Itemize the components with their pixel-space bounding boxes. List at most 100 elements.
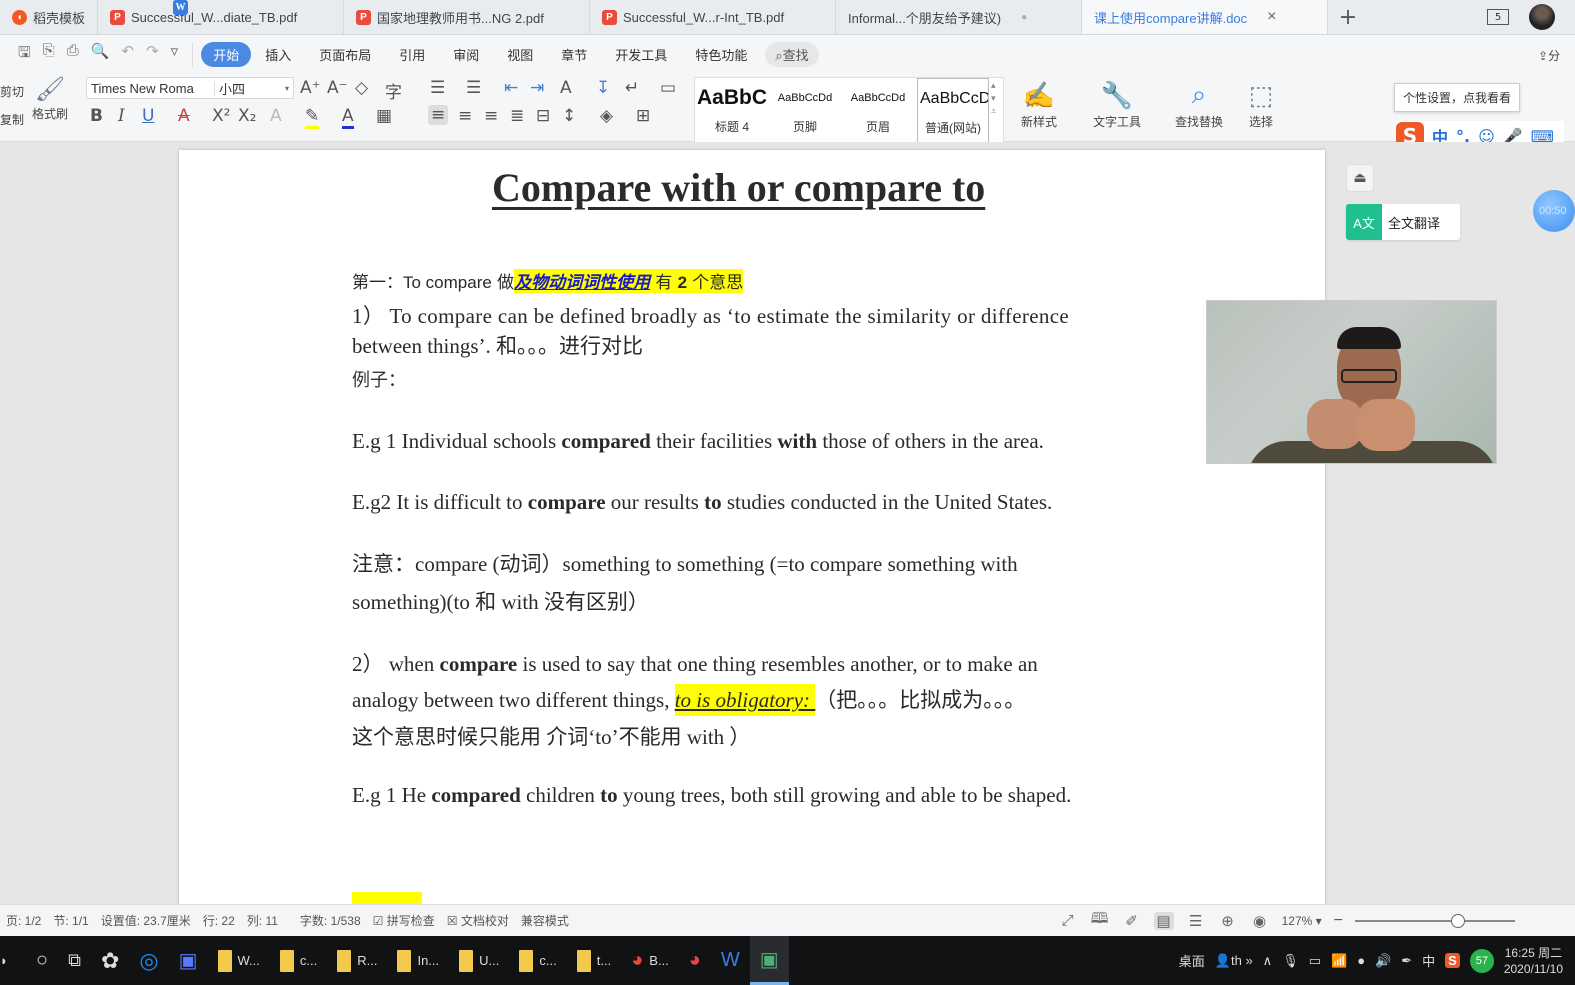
zoom-level[interactable]: 127% ▾ [1282,914,1322,928]
font-size-input[interactable]: 小四 [215,79,285,98]
task-view-icon[interactable]: ⧉ [58,936,91,985]
tab-daoke-templates[interactable]: ◖ 稻壳模板 [0,0,99,34]
borders-icon[interactable]: ⊞ [636,106,650,126]
cortana-search-icon[interactable]: ○ [26,936,58,985]
qq-browser-icon[interactable]: ◎ [129,936,168,985]
find-replace-button[interactable]: ⌕ 查找替换 [1166,77,1232,130]
show-hidden-icons[interactable]: ∧ [1263,953,1273,969]
shrink-font-icon[interactable]: A⁻ [327,78,348,98]
font-selector[interactable]: Times New Roma 小四 ▾ [86,77,294,99]
menu-review[interactable]: 审阅 [439,45,493,64]
bold-icon[interactable]: B [90,106,103,126]
document-page[interactable]: Compare with or compare to 第一：To compare… [179,150,1325,904]
menu-page-layout[interactable]: 页面布局 [305,45,385,64]
reading-mode-icon[interactable]: 🕮 [1090,908,1110,933]
align-center-icon[interactable]: ≡ [458,106,472,126]
taskbar-folder-2[interactable]: c... [270,936,327,985]
sogou-tray-icon[interactable]: S [1445,953,1460,968]
style-scroll-arrows[interactable]: ▴ ▾ ⩡ [991,80,996,119]
feishu-icon[interactable]: ▣ [169,936,208,985]
page-view-icon[interactable]: ▤ [1153,911,1174,930]
microphone-tray-icon[interactable]: 🎙 [1282,953,1299,969]
tab-pdf-national-geographic[interactable]: P 国家地理教师用书...NG 2.pdf [344,0,591,34]
menu-chapter[interactable]: 章节 [547,45,601,64]
align-left-icon[interactable]: ≡ [428,105,449,125]
battery-percent-badge[interactable]: 57 [1469,948,1494,973]
decrease-indent-icon[interactable]: ⇤ [504,78,518,98]
format-painter-button[interactable]: 🖌 格式刷 [28,75,72,122]
zoom-out-icon[interactable]: − [1334,912,1343,930]
tab-pdf-successful-intermediate[interactable]: P Successful_W...diate_TB.pdf [98,0,345,34]
grow-font-icon[interactable]: A⁺ [300,78,321,98]
align-right-icon[interactable]: ≡ [484,106,498,126]
bullet-list-icon[interactable]: ☰ [430,78,445,98]
taskbar-wps[interactable]: W [711,936,750,985]
menu-features[interactable]: 特色功能 [681,45,761,64]
menu-insert[interactable]: 插入 [251,45,305,64]
clock[interactable]: 16:25 周二 2020/11/10 [1504,945,1563,977]
font-name-input[interactable]: Times New Roma [87,80,215,96]
show-marks-icon[interactable]: ↵ [625,78,639,98]
battery-tray-icon[interactable]: ▭ [1309,953,1321,969]
shading-icon[interactable]: ◈ [600,106,613,126]
clear-format-icon[interactable]: ◇ [355,78,368,98]
font-color-icon[interactable]: A [342,106,354,129]
char-spacing-icon[interactable]: A [560,78,572,98]
increase-indent-icon[interactable]: ⇥ [530,78,544,98]
line-spacing-icon[interactable]: ↕ [562,106,576,126]
sort-icon[interactable]: ↧ [596,78,610,98]
text-tools-button[interactable]: 🔧 文字工具 [1084,77,1150,130]
edit-mode-icon[interactable]: ✐ [1122,912,1142,930]
pinyin-icon[interactable]: 字 [385,78,402,103]
subscript-icon[interactable]: X₂ [238,106,256,126]
strikethrough-icon[interactable]: A [178,106,190,126]
search-button[interactable]: ⌕查找 [765,41,819,67]
taskbar-folder-7[interactable]: t... [567,936,621,985]
app-tray-icon[interactable]: ● [1357,953,1365,968]
new-tab-button[interactable]: + [1328,0,1368,34]
spell-check-button[interactable]: ☑ 拼写检查 [367,912,441,929]
position-setting[interactable]: 设置值: 23.7厘米 [95,912,197,929]
undo-icon[interactable]: ↶ [122,42,135,67]
save-icon[interactable]: 🖫 [18,42,31,67]
justify-icon[interactable]: ≣ [510,106,524,126]
section-count[interactable]: 节: 1/1 [47,912,94,929]
numbered-list-icon[interactable]: ☰ [466,78,481,98]
taskbar-chrome-2[interactable]: ◕ [679,936,711,985]
share-button[interactable]: ⇪分 [1538,47,1560,64]
wifi-icon[interactable]: 📶 [1331,953,1347,969]
redo-icon[interactable]: ↷ [146,42,159,67]
customize-icon[interactable]: ▿ [171,42,179,67]
web-view-icon[interactable]: ⊕ [1218,912,1238,930]
page-count[interactable]: 页: 1/2 [0,912,47,929]
proofread-button[interactable]: ☒ 文档校对 [441,912,515,929]
desktop-toolbar[interactable]: 桌面 [1179,951,1205,970]
menu-view[interactable]: 视图 [493,45,547,64]
highlight-icon[interactable]: ✎ [305,106,320,129]
user-toolbar[interactable]: 👤th » [1215,953,1253,969]
italic-icon[interactable]: I [118,106,125,126]
char-border-icon[interactable]: ▦ [376,106,392,126]
taskbar-folder-3[interactable]: R... [327,936,387,985]
chevron-down-icon[interactable]: ▾ [285,84,293,93]
zoom-slider[interactable] [1355,913,1515,928]
print-preview-icon[interactable]: 🔍 [91,42,110,67]
app-pinwheel-icon[interactable]: ✿ [91,936,129,985]
text-effect-icon[interactable]: A [270,106,282,126]
underline-icon[interactable]: U [142,106,154,126]
start-partial-icon[interactable]: ◗ [0,936,26,985]
menu-references[interactable]: 引用 [385,45,439,64]
menu-home[interactable]: 开始 [201,41,252,67]
outline-view-icon[interactable]: ☰ [1186,912,1206,930]
taskbar-folder-5[interactable]: U... [449,936,509,985]
superscript-icon[interactable]: X² [212,106,230,126]
cut-button[interactable]: 剪切 [0,83,24,100]
taskbar-chrome-1[interactable]: ◕ B... [621,936,679,985]
pen-icon[interactable]: ✒ [1401,953,1412,969]
word-count[interactable]: 字数: 1/538 [294,912,367,929]
tab-doc-informal[interactable]: WInformal...个朋友给予建议)● [173,0,1083,34]
taskbar-folder-4[interactable]: In... [387,936,449,985]
distributed-icon[interactable]: ⊟ [536,106,550,126]
print-icon[interactable]: ⎙ [67,42,79,67]
user-avatar[interactable] [1529,4,1555,30]
